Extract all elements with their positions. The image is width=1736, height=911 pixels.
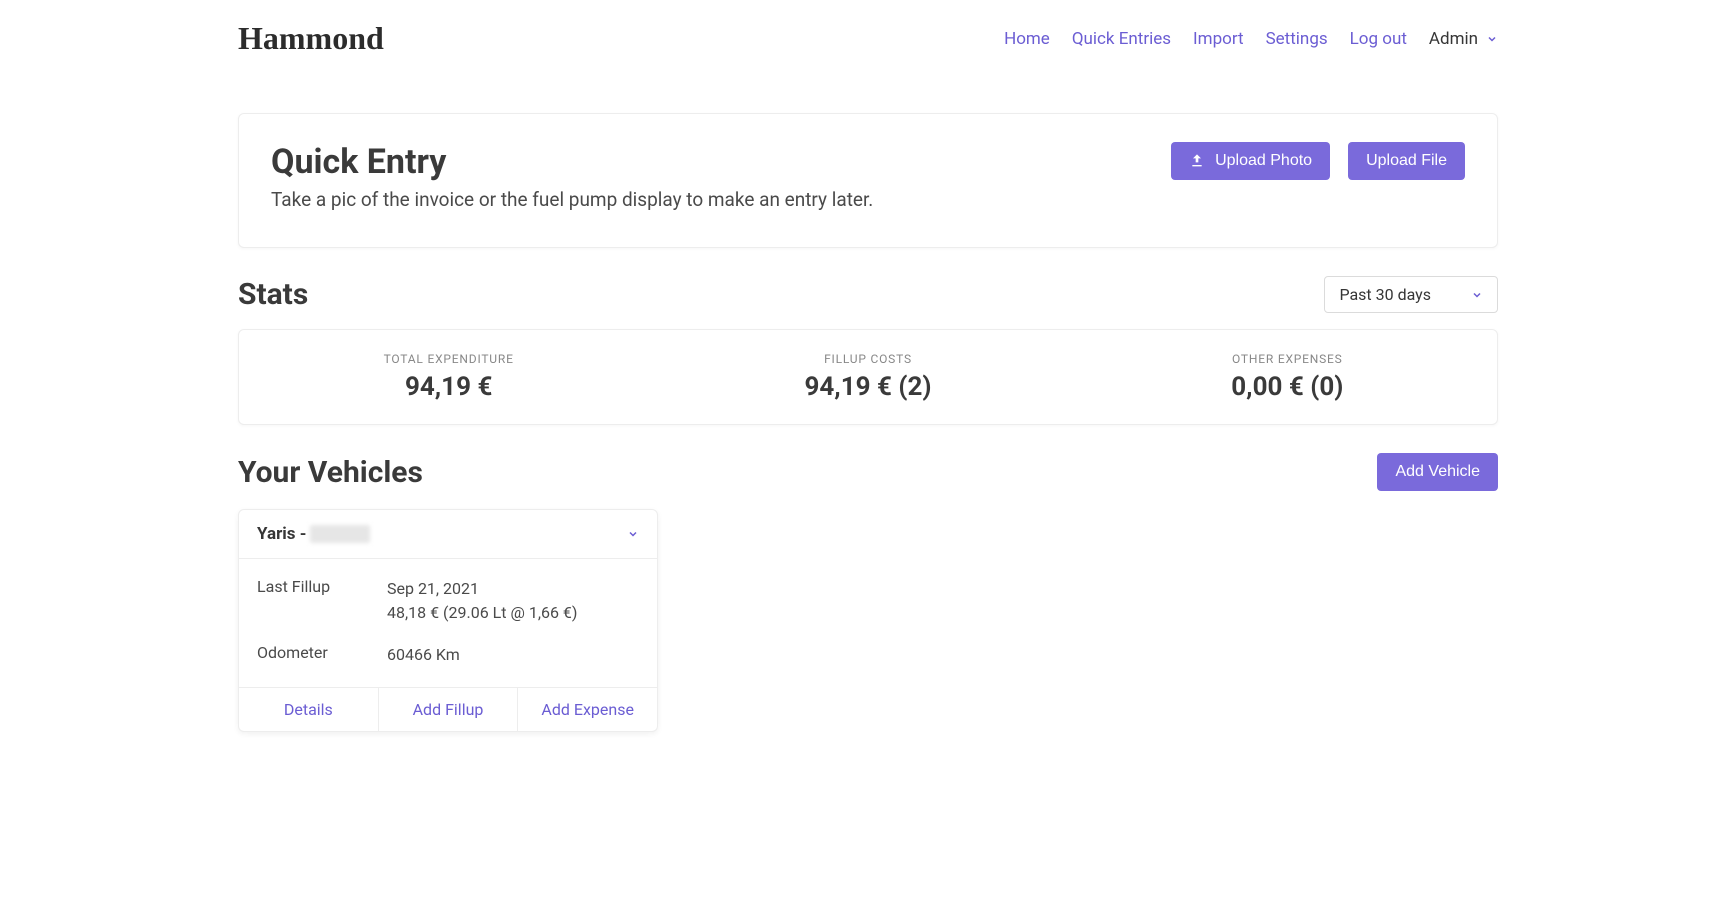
nav-user-dropdown[interactable]: Admin [1429, 29, 1498, 49]
upload-icon [1189, 153, 1205, 169]
nav-logout[interactable]: Log out [1350, 29, 1407, 49]
brand-logo[interactable]: Hammond [238, 20, 384, 57]
add-vehicle-label: Add Vehicle [1395, 463, 1480, 481]
stats-range-select[interactable]: Past 30 days [1324, 276, 1498, 313]
vehicle-add-expense-link[interactable]: Add Expense [518, 688, 657, 731]
navbar: Hammond Home Quick Entries Import Settin… [238, 0, 1498, 77]
stat-total-expenditure: TOTAL EXPENDITURE 94,19 € [239, 352, 658, 402]
quick-entry-actions: Upload Photo Upload File [1171, 142, 1465, 180]
vehicles-header: Your Vehicles Add Vehicle [238, 453, 1498, 491]
vehicle-card-header[interactable]: Yaris - [239, 510, 657, 559]
stat-value: 94,19 € [239, 372, 658, 402]
add-vehicle-button[interactable]: Add Vehicle [1377, 453, 1498, 491]
vehicle-row-value: Sep 21, 2021 48,18 € (29.06 Lt @ 1,66 €) [387, 577, 578, 625]
stat-other-expenses: OTHER EXPENSES 0,00 € (0) [1078, 352, 1497, 402]
nav-links: Home Quick Entries Import Settings Log o… [1004, 29, 1498, 49]
stats-title: Stats [238, 277, 308, 312]
vehicle-add-fillup-link[interactable]: Add Fillup [379, 688, 519, 731]
last-fillup-date: Sep 21, 2021 [387, 577, 578, 601]
upload-photo-button[interactable]: Upload Photo [1171, 142, 1330, 180]
vehicle-details-link[interactable]: Details [239, 688, 379, 731]
odometer-value: 60466 Km [387, 643, 460, 667]
stat-label: FILLUP COSTS [658, 352, 1077, 366]
vehicle-row-odometer: Odometer 60466 Km [257, 643, 639, 667]
chevron-down-icon [627, 528, 639, 540]
stats-card: TOTAL EXPENDITURE 94,19 € FILLUP COSTS 9… [238, 329, 1498, 425]
vehicle-plate-redacted [310, 525, 370, 543]
quick-entry-text: Quick Entry Take a pic of the invoice or… [271, 142, 873, 211]
stat-value: 94,19 € (2) [658, 372, 1077, 402]
vehicle-card-footer: Details Add Fillup Add Expense [239, 687, 657, 731]
stat-label: TOTAL EXPENDITURE [239, 352, 658, 366]
stat-fillup-costs: FILLUP COSTS 94,19 € (2) [658, 352, 1077, 402]
nav-import[interactable]: Import [1193, 29, 1244, 49]
vehicle-name-wrap: Yaris - [257, 524, 370, 544]
quick-entry-title: Quick Entry [271, 142, 873, 182]
nav-quick-entries[interactable]: Quick Entries [1072, 29, 1171, 49]
upload-file-button[interactable]: Upload File [1348, 142, 1465, 180]
upload-photo-label: Upload Photo [1215, 152, 1312, 170]
last-fillup-detail: 48,18 € (29.06 Lt @ 1,66 €) [387, 601, 578, 625]
stats-range-selected: Past 30 days [1339, 285, 1431, 304]
quick-entry-subtitle: Take a pic of the invoice or the fuel pu… [271, 188, 873, 211]
stats-header: Stats Past 30 days [238, 276, 1498, 313]
stat-value: 0,00 € (0) [1078, 372, 1497, 402]
chevron-down-icon [1471, 289, 1483, 301]
chevron-down-icon [1486, 33, 1498, 45]
vehicle-row-label: Odometer [257, 643, 387, 667]
vehicle-card-body: Last Fillup Sep 21, 2021 48,18 € (29.06 … [239, 559, 657, 687]
nav-home[interactable]: Home [1004, 29, 1050, 49]
nav-user-label: Admin [1429, 29, 1478, 49]
nav-settings[interactable]: Settings [1266, 29, 1328, 49]
quick-entry-card: Quick Entry Take a pic of the invoice or… [238, 113, 1498, 248]
vehicle-row-last-fillup: Last Fillup Sep 21, 2021 48,18 € (29.06 … [257, 577, 639, 625]
vehicle-name: Yaris - [257, 524, 306, 544]
vehicle-row-label: Last Fillup [257, 577, 387, 625]
stat-label: OTHER EXPENSES [1078, 352, 1497, 366]
upload-file-label: Upload File [1366, 152, 1447, 170]
vehicle-card: Yaris - Last Fillup Sep 21, 2021 48,18 €… [238, 509, 658, 732]
vehicles-title: Your Vehicles [238, 455, 423, 490]
